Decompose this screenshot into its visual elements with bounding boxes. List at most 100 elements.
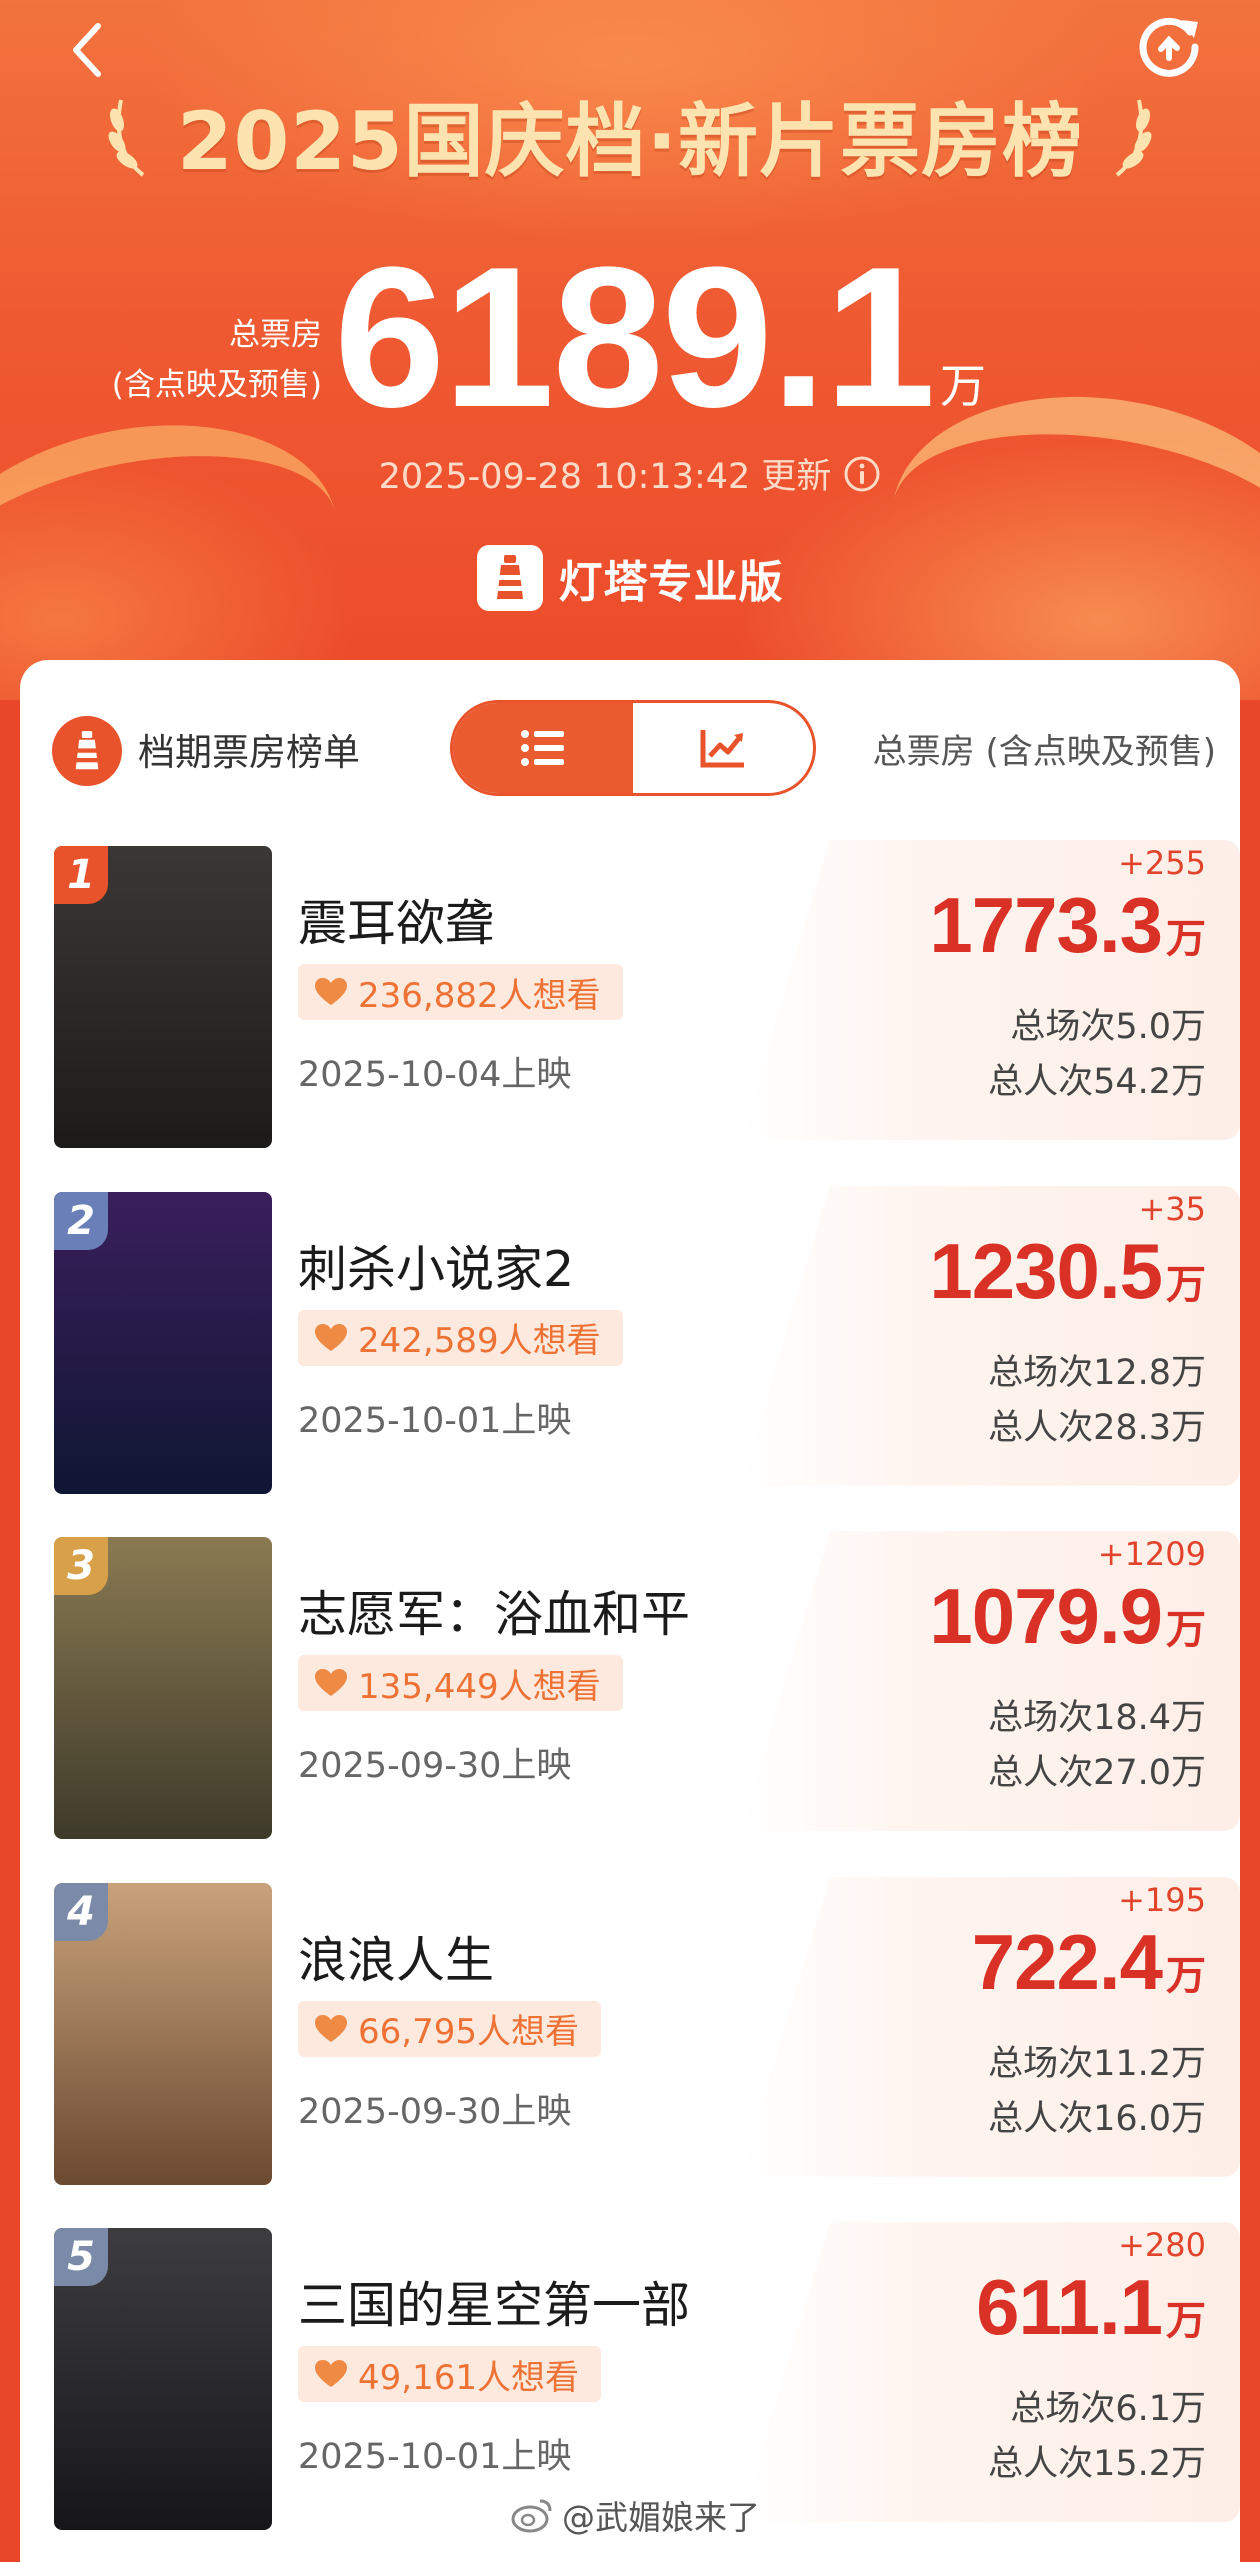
heart-icon <box>315 1669 347 1697</box>
want-to-see-count: 49,161人想看 <box>358 2357 579 2398</box>
total-admissions: 总人次54.2万 <box>988 1062 1206 1102</box>
movie-poster[interactable]: 4 <box>54 1882 272 2185</box>
total-label-line1: 总票房 <box>229 317 322 353</box>
movie-row[interactable]: 2 刺杀小说家2 242,589人想看 2025-10-01上映 +35 123… <box>20 1174 1240 1494</box>
box-office-delta: +1209 <box>1097 1535 1206 1574</box>
want-to-see-pill: 242,589人想看 <box>298 1309 623 1366</box>
box-office-value: 1773.3 <box>929 881 1163 969</box>
box-office-value: 1079.9 <box>929 1572 1163 1661</box>
box-office: 1773.3 万 <box>929 880 1206 971</box>
list-header: 档期票房榜单 总票房 (含点映及预售) <box>20 660 1240 810</box>
brand: 灯塔专业版 <box>0 538 1260 618</box>
total-admissions: 总人次27.0万 <box>988 1753 1206 1794</box>
box-office-value: 722.4 <box>971 1917 1163 2006</box>
movie-poster[interactable]: 3 <box>54 1537 272 1840</box>
want-to-see-count: 66,795人想看 <box>358 2012 579 2053</box>
page-title: 2025国庆档·新片票房榜 <box>176 95 1084 188</box>
movie-title: 浪浪人生 <box>298 1931 495 1989</box>
total-shows: 总场次12.8万 <box>988 1352 1206 1393</box>
laurel-right-icon <box>1115 99 1152 177</box>
heart-icon <box>315 2360 347 2388</box>
movie-title: 志愿军：浴血和平 <box>298 1586 691 1644</box>
list-icon <box>521 730 564 766</box>
total-admissions: 总人次16.0万 <box>988 2098 1206 2139</box>
brand-name: 灯塔专业版 <box>558 557 784 608</box>
watermark-text: @武媚娘来了 <box>562 2498 760 2537</box>
want-to-see-pill: 236,882人想看 <box>298 964 623 1020</box>
total-shows: 总场次5.0万 <box>1010 1007 1206 1047</box>
total-shows: 总场次6.1万 <box>1010 2389 1206 2430</box>
total-box-office-unit: 万 <box>940 359 986 413</box>
back-button[interactable] <box>60 20 120 80</box>
chevron-left-icon <box>73 23 101 77</box>
box-office-delta: +195 <box>1118 1880 1206 1919</box>
movie-row[interactable]: 5 三国的星空第一部 49,161人想看 2025-10-01上映 +280 6… <box>20 2210 1240 2531</box>
box-office-unit: 万 <box>1166 1262 1206 1307</box>
movie-title: 震耳欲聋 <box>298 895 495 952</box>
update-time: 2025-09-28 10:13:42 更新 <box>378 457 832 497</box>
rank-badge: 4 <box>54 1882 108 1941</box>
heart-icon <box>315 2014 347 2042</box>
box-office-unit: 万 <box>1166 1953 1206 1998</box>
box-office-delta: +255 <box>1118 844 1206 882</box>
want-to-see-pill: 49,161人想看 <box>298 2346 601 2403</box>
list-view-tab[interactable] <box>453 703 633 793</box>
movie-title: 刺杀小说家2 <box>298 1240 575 1298</box>
lighthouse-icon <box>52 716 122 786</box>
release-date: 2025-09-30上映 <box>298 2091 572 2132</box>
rank-badge: 1 <box>54 846 108 904</box>
release-date: 2025-10-04上映 <box>298 1055 572 1095</box>
total-label-line2: (含点映及预售) <box>111 367 322 403</box>
movie-row[interactable]: 3 志愿军：浴血和平 135,449人想看 2025-09-30上映 +1209… <box>20 1519 1240 1840</box>
box-office: 611.1 万 <box>976 2262 1206 2353</box>
release-date: 2025-09-30上映 <box>298 1746 572 1787</box>
release-date: 2025-10-01上映 <box>298 1400 572 1441</box>
want-to-see-pill: 66,795人想看 <box>298 2000 601 2057</box>
box-office-unit: 万 <box>1166 2299 1206 2344</box>
trend-chart-icon <box>700 730 744 768</box>
heart-icon <box>315 1323 347 1351</box>
ranking-card: 档期票房榜单 总票房 (含点映及预售) 1 震耳欲聋 236,882人想看 20… <box>20 660 1240 2562</box>
box-office-value: 1230.5 <box>929 1226 1163 1315</box>
refresh-icon <box>1139 17 1199 77</box>
list-title: 档期票房榜单 <box>138 731 360 774</box>
box-office-delta: +280 <box>1118 2226 1206 2265</box>
movie-poster[interactable]: 2 <box>54 1191 272 1494</box>
box-office-value: 611.1 <box>976 2263 1163 2352</box>
weibo-icon <box>511 2499 552 2533</box>
box-office-unit: 万 <box>1166 1608 1206 1653</box>
total-admissions: 总人次28.3万 <box>988 1407 1206 1448</box>
box-office: 722.4 万 <box>972 1917 1206 2008</box>
total-box-office-label: 总票房 (含点映及预售) <box>112 310 322 410</box>
movie-poster[interactable]: 1 <box>54 846 272 1148</box>
want-to-see-pill: 135,449人想看 <box>298 1655 623 1712</box>
chart-view-tab[interactable] <box>633 703 813 793</box>
movie-title: 三国的星空第一部 <box>298 2277 691 2335</box>
movie-poster[interactable]: 5 <box>54 2228 272 2531</box>
box-office-unit: 万 <box>1166 917 1206 961</box>
rank-badge: 5 <box>54 2228 108 2287</box>
release-date: 2025-10-01上映 <box>298 2437 572 2478</box>
watermark: @武媚娘来了 <box>510 2490 760 2540</box>
want-to-see-count: 242,589人想看 <box>358 1321 601 1362</box>
view-toggle <box>450 700 816 796</box>
rank-badge: 3 <box>54 1537 108 1596</box>
heart-icon <box>315 978 347 1005</box>
total-admissions: 总人次15.2万 <box>988 2444 1206 2485</box>
refresh-button[interactable] <box>1132 10 1206 84</box>
header-banner: 2025国庆档·新片票房榜 总票房 (含点映及预售) 6189.1 万 2025… <box>0 0 1260 725</box>
movie-row[interactable]: 1 震耳欲聋 236,882人想看 2025-10-04上映 +255 1773… <box>20 828 1240 1148</box>
total-box-office-value: 6189.1 <box>334 226 936 449</box>
want-to-see-count: 135,449人想看 <box>358 1666 601 1707</box>
total-shows: 总场次11.2万 <box>988 2043 1206 2084</box>
metric-label: 总票房 (含点映及预售) <box>872 732 1216 772</box>
total-shows: 总场次18.4万 <box>988 1698 1206 1739</box>
want-to-see-count: 236,882人想看 <box>358 975 601 1016</box>
laurel-left-icon <box>108 99 145 177</box>
box-office: 1079.9 万 <box>929 1571 1206 1662</box>
box-office: 1230.5 万 <box>929 1226 1206 1317</box>
info-icon[interactable] <box>843 455 881 493</box>
box-office-delta: +35 <box>1138 1189 1206 1228</box>
movie-row[interactable]: 4 浪浪人生 66,795人想看 2025-09-30上映 +195 722.4… <box>20 1865 1240 2185</box>
lighthouse-logo-icon <box>476 545 543 611</box>
